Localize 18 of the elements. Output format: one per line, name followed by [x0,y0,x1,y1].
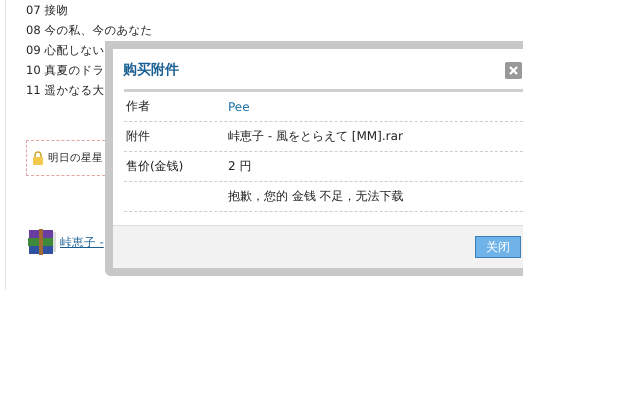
track-title: 11 遥かなる大 [26,82,104,99]
dialog-title: 购买附件 [123,61,179,79]
attachment-name: 明日の星星 [48,151,103,165]
track-title: 08 今の私、今のあなた [26,22,152,39]
field-value: 抱歉，您的 金钱 不足，无法下载 [228,188,404,205]
field-value: 峠恵子 - 風をとらえて [MM].rar [228,128,403,145]
field-label: 作者 [126,99,150,113]
lock-icon [32,151,44,165]
track-title: 10 真夏のドラ [26,62,104,79]
track-title: 09 心配しない [26,42,104,59]
field-value: 2 円 [228,158,252,175]
attachment-link[interactable]: 峠恵子 - [60,234,104,250]
author-link[interactable]: Pee [228,100,250,114]
field-label: 附件 [126,129,150,143]
field-label: 售价(金钱) [126,159,184,173]
track-title: 07 接吻 [26,2,68,19]
close-icon[interactable] [505,62,522,78]
archive-icon [26,228,58,256]
